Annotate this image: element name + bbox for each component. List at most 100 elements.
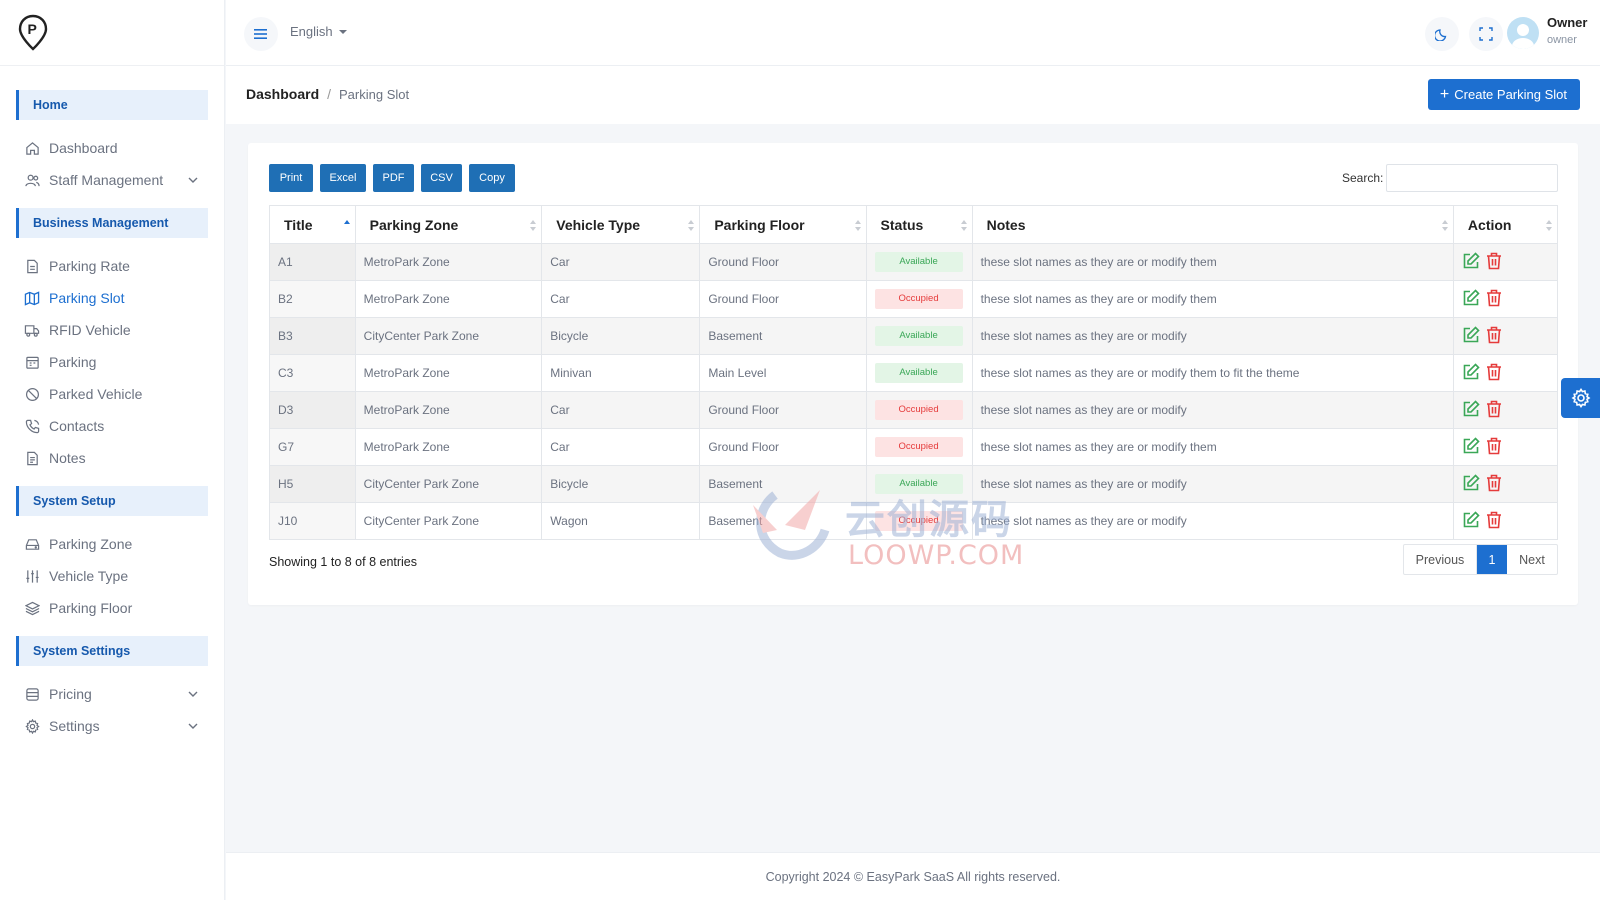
table-info: Showing 1 to 8 of 8 entries — [269, 555, 418, 569]
drive-icon — [24, 536, 40, 552]
sidebar-item-parking[interactable]: Parking — [16, 346, 208, 378]
excel-button[interactable]: Excel — [320, 164, 366, 192]
next-page-button[interactable]: Next — [1507, 545, 1557, 574]
search-input[interactable] — [1386, 164, 1558, 192]
edit-button[interactable] — [1462, 251, 1480, 273]
column-header-status[interactable]: Status — [865, 205, 973, 244]
edit-button[interactable] — [1462, 510, 1480, 532]
edit-button[interactable] — [1462, 473, 1480, 495]
sidebar-item-label: Pricing — [49, 686, 92, 702]
column-header-notes[interactable]: Notes — [971, 205, 1454, 244]
edit-icon[interactable] — [1462, 399, 1480, 418]
sidebar-item-label: Parking Slot — [49, 290, 125, 306]
sidebar-item-vehicle-type[interactable]: Vehicle Type — [16, 560, 208, 592]
document-icon — [24, 258, 40, 274]
status-badge: Available — [874, 326, 963, 346]
trash-icon[interactable] — [1486, 326, 1502, 344]
sidebar-item-contacts[interactable]: Contacts — [16, 410, 208, 442]
trash-icon[interactable] — [1486, 363, 1502, 381]
sidebar-item-staff-management[interactable]: Staff Management — [16, 164, 208, 196]
status-badge: Available — [874, 474, 963, 494]
cell-status: Occupied — [865, 280, 973, 318]
sidebar-item-label: Staff Management — [49, 172, 164, 188]
sidebar-item-parking-slot[interactable]: Parking Slot — [16, 282, 208, 314]
copy-button[interactable]: Copy — [469, 164, 515, 192]
sidebar-item-dashboard[interactable]: Dashboard — [16, 132, 208, 164]
edit-icon[interactable] — [1462, 362, 1480, 381]
csv-button[interactable]: CSV — [421, 164, 462, 192]
delete-button[interactable] — [1486, 363, 1502, 384]
logo-icon[interactable]: P — [18, 14, 48, 52]
edit-button[interactable] — [1462, 362, 1480, 384]
trash-icon[interactable] — [1486, 511, 1502, 529]
fullscreen-button[interactable] — [1469, 17, 1503, 51]
sort-icon — [960, 220, 967, 231]
sidebar-item-label: Parking — [49, 354, 97, 370]
dark-mode-button[interactable] — [1425, 17, 1459, 51]
edit-icon[interactable] — [1462, 436, 1480, 455]
trash-icon[interactable] — [1486, 474, 1502, 492]
sidebar-section-home: Home — [16, 90, 208, 120]
sidebar-item-parking-rate[interactable]: Parking Rate — [16, 250, 208, 282]
breadcrumb-root[interactable]: Dashboard — [246, 86, 319, 102]
sidebar-item-pricing[interactable]: Pricing — [16, 678, 208, 710]
cell-action — [1452, 354, 1559, 392]
cell-parking-zone: MetroPark Zone — [354, 243, 543, 281]
parking-slot-card: Print Excel PDF CSV Copy Search: Title Parkin… — [248, 143, 1578, 605]
table-row: J10 CityCenter Park Zone Wagon Basement Occu… — [269, 502, 1559, 540]
sidebar-item-parking-floor[interactable]: Parking Floor — [16, 592, 208, 624]
edit-icon[interactable] — [1462, 473, 1480, 492]
trash-icon[interactable] — [1486, 252, 1502, 270]
edit-icon[interactable] — [1462, 251, 1480, 270]
sidebar-item-parking-zone[interactable]: Parking Zone — [16, 528, 208, 560]
edit-button[interactable] — [1462, 436, 1480, 458]
sidebar-item-rfid-vehicle[interactable]: RFID Vehicle — [16, 314, 208, 346]
trash-icon[interactable] — [1486, 289, 1502, 307]
sidebar-item-settings[interactable]: Settings — [16, 710, 208, 742]
delete-button[interactable] — [1486, 400, 1502, 421]
edit-button[interactable] — [1462, 399, 1480, 421]
language-selector[interactable]: English — [290, 24, 347, 39]
theme-settings-button[interactable] — [1561, 378, 1600, 418]
user-name[interactable]: Owner — [1547, 15, 1587, 30]
trash-icon[interactable] — [1486, 400, 1502, 418]
trash-icon[interactable] — [1486, 437, 1502, 455]
sidebar-section-system-settings: System Settings — [16, 636, 208, 666]
sidebar-item-notes[interactable]: Notes — [16, 442, 208, 474]
table-row: G7 MetroPark Zone Car Ground Floor Occupied t… — [269, 428, 1559, 466]
delete-button[interactable] — [1486, 437, 1502, 458]
column-header-parking-zone[interactable]: Parking Zone — [354, 205, 543, 244]
print-button[interactable]: Print — [269, 164, 313, 192]
edit-button[interactable] — [1462, 325, 1480, 347]
edit-icon[interactable] — [1462, 325, 1480, 344]
column-header-parking-floor[interactable]: Parking Floor — [699, 205, 867, 244]
table-row: H5 CityCenter Park Zone Bicycle Basement Ava… — [269, 465, 1559, 503]
previous-page-button[interactable]: Previous — [1404, 545, 1477, 574]
column-header-label: Status — [880, 216, 924, 233]
edit-icon[interactable] — [1462, 288, 1480, 307]
cell-notes: these slot names as they are or modify t… — [971, 354, 1454, 392]
sidebar-item-parked-vehicle[interactable]: Parked Vehicle — [16, 378, 208, 410]
menu-toggle-button[interactable] — [244, 17, 278, 51]
row-actions — [1462, 362, 1557, 384]
table-row: B2 MetroPark Zone Car Ground Floor Occupied t… — [269, 280, 1559, 318]
delete-button[interactable] — [1486, 289, 1502, 310]
column-header-vehicle-type[interactable]: Vehicle Type — [541, 205, 701, 244]
cell-title: H5 — [269, 465, 356, 503]
avatar[interactable] — [1507, 17, 1539, 49]
create-parking-slot-button[interactable]: + Create Parking Slot — [1427, 79, 1580, 110]
edit-button[interactable] — [1462, 288, 1480, 310]
delete-button[interactable] — [1486, 474, 1502, 495]
delete-button[interactable] — [1486, 511, 1502, 532]
page-1-button[interactable]: 1 — [1477, 545, 1507, 574]
delete-button[interactable] — [1486, 252, 1502, 273]
pdf-button[interactable]: PDF — [373, 164, 414, 192]
ban-icon — [24, 386, 40, 402]
edit-icon[interactable] — [1462, 510, 1480, 529]
column-header-action[interactable]: Action — [1452, 205, 1559, 244]
delete-button[interactable] — [1486, 326, 1502, 347]
cell-parking-floor: Ground Floor — [699, 243, 867, 281]
column-header-title[interactable]: Title — [269, 205, 356, 244]
